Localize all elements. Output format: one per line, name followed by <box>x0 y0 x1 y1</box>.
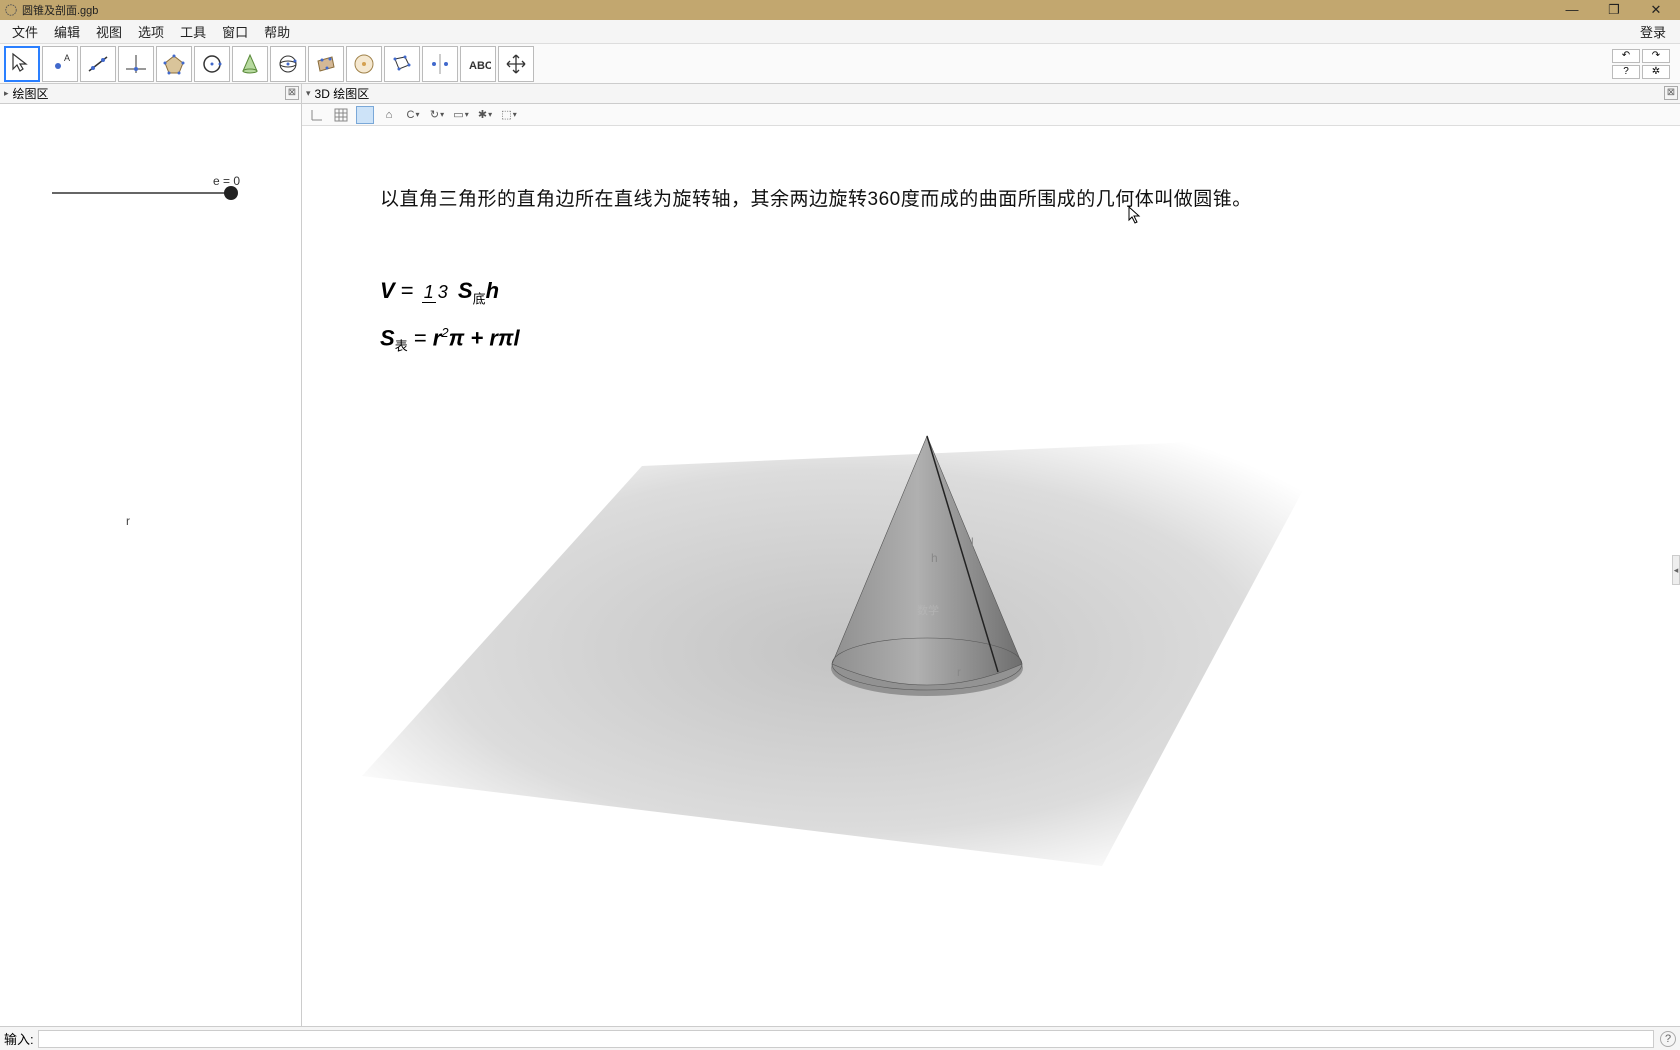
3d-viewport[interactable]: 以直角三角形的直角边所在直线为旋转轴，其余两边旋转360度而成的曲面所围成的几何… <box>302 126 1680 1026</box>
graphics-canvas[interactable]: e = 0 r <box>0 104 301 1026</box>
3d-scene: h l r 数学 <box>342 346 1372 886</box>
collapse-icon: ▸ <box>4 88 9 99</box>
input-help-button[interactable]: ? <box>1660 1031 1676 1047</box>
svg-text:ABC: ABC <box>469 60 491 72</box>
tool-intersect-curve[interactable] <box>232 46 268 82</box>
graphics-panel: ▸ 绘图区 ⊠ e = 0 r <box>0 84 302 1026</box>
input-label: 输入: <box>4 1029 34 1048</box>
window-title: 圆锥及剖面.ggb <box>22 2 1560 18</box>
workspace: ▸ 绘图区 ⊠ e = 0 r ▾ 3D 绘图区 ⊠ ⌂ C ↻ <box>0 84 1680 1026</box>
slider-track[interactable] <box>52 192 232 194</box>
home-button[interactable]: ⌂ <box>380 106 398 124</box>
menu-help[interactable]: 帮助 <box>256 20 298 43</box>
tool-text[interactable]: ABC <box>460 46 496 82</box>
cone-definition-text: 以直角三角形的直角边所在直线为旋转轴，其余两边旋转360度而成的曲面所围成的几何… <box>380 184 1252 211</box>
collapse-icon: ▾ <box>306 88 311 99</box>
side-expand-tab[interactable]: ◂ <box>1672 555 1680 585</box>
proj-dropdown[interactable]: ✱ <box>476 106 494 124</box>
close-button[interactable]: ✕ <box>1644 2 1668 18</box>
tool-pyramid[interactable] <box>346 46 382 82</box>
3d-panel-close[interactable]: ⊠ <box>1664 86 1678 100</box>
menu-edit[interactable]: 编辑 <box>46 20 88 43</box>
formula-block: V = 13 S底h S表 = r2π + rπl <box>380 278 520 355</box>
graphics-r-label: r <box>126 514 130 528</box>
tool-line[interactable] <box>80 46 116 82</box>
tool-point[interactable]: A <box>42 46 78 82</box>
view-dropdown[interactable]: ⬚ <box>500 106 518 124</box>
redo-button[interactable]: ↷ <box>1642 49 1670 63</box>
tool-reflect[interactable] <box>422 46 458 82</box>
window-titlebar: 圆锥及剖面.ggb — ❐ ✕ <box>0 0 1680 20</box>
tool-plane[interactable] <box>308 46 344 82</box>
axes-toggle[interactable] <box>308 106 326 124</box>
undo-redo-group: ↶ ↷ ? ✲ <box>1612 49 1670 79</box>
watermark: 数学 <box>917 603 939 617</box>
tool-polygon[interactable] <box>156 46 192 82</box>
tool-circle[interactable] <box>194 46 230 82</box>
menu-window[interactable]: 窗口 <box>214 20 256 43</box>
tool-net[interactable] <box>384 46 420 82</box>
plane-toggle[interactable] <box>356 106 374 124</box>
menu-file[interactable]: 文件 <box>4 20 46 43</box>
slider-e[interactable]: e = 0 <box>52 192 232 194</box>
app-icon <box>4 3 18 17</box>
tool-move-view[interactable] <box>498 46 534 82</box>
menu-tools[interactable]: 工具 <box>172 20 214 43</box>
cone-r-label: r <box>957 665 961 679</box>
graphics-panel-close[interactable]: ⊠ <box>285 86 299 100</box>
3d-panel-header[interactable]: ▾ 3D 绘图区 ⊠ <box>302 84 1680 104</box>
main-toolbar: A ABC ↶ ↷ ? ✲ <box>0 44 1680 84</box>
cone-h-label: h <box>931 551 938 565</box>
svg-text:A: A <box>64 53 70 63</box>
formula-volume: V = 13 S底h <box>380 278 520 307</box>
cone-l-label: l <box>971 535 974 549</box>
maximize-button[interactable]: ❐ <box>1602 2 1626 18</box>
slider-thumb[interactable] <box>224 186 238 200</box>
capture-dropdown[interactable]: C <box>404 106 422 124</box>
rotate-dropdown[interactable]: ↻ <box>428 106 446 124</box>
tool-move[interactable] <box>4 46 40 82</box>
grid-toggle[interactable] <box>332 106 350 124</box>
login-link[interactable]: 登录 <box>1630 20 1676 43</box>
3d-panel-title: 3D 绘图区 <box>315 85 370 102</box>
minimize-button[interactable]: — <box>1560 2 1584 18</box>
toolbar-help-button[interactable]: ? <box>1612 65 1640 79</box>
input-bar: 输入: ? <box>0 1026 1680 1050</box>
menu-view[interactable]: 视图 <box>88 20 130 43</box>
command-input[interactable] <box>38 1030 1654 1048</box>
menu-options[interactable]: 选项 <box>130 20 172 43</box>
3d-graphics-panel: ▾ 3D 绘图区 ⊠ ⌂ C ↻ ▭ ✱ ⬚ 以直角三角形的直角边所在直线为旋转… <box>302 84 1680 1026</box>
tool-perpendicular[interactable] <box>118 46 154 82</box>
3d-sub-toolbar: ⌂ C ↻ ▭ ✱ ⬚ <box>302 104 1680 126</box>
slider-e-label: e = 0 <box>213 174 240 188</box>
graphics-panel-header[interactable]: ▸ 绘图区 ⊠ <box>0 84 301 104</box>
clip-dropdown[interactable]: ▭ <box>452 106 470 124</box>
undo-button[interactable]: ↶ <box>1612 49 1640 63</box>
graphics-panel-title: 绘图区 <box>13 85 49 102</box>
menu-bar: 文件 编辑 视图 选项 工具 窗口 帮助 登录 <box>0 20 1680 44</box>
toolbar-settings-button[interactable]: ✲ <box>1642 65 1670 79</box>
tool-sphere[interactable] <box>270 46 306 82</box>
